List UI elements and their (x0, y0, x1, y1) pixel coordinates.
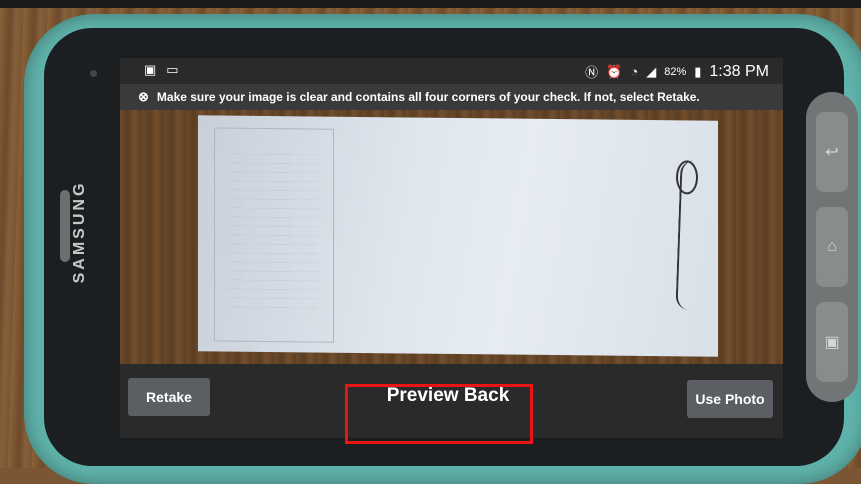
home-hardware-button[interactable]: ⌂ (816, 207, 848, 287)
sensor-dot (90, 70, 97, 77)
image-icon: ▭ (166, 62, 179, 77)
brand-label: SAMSUNG (71, 180, 88, 284)
retake-button[interactable]: Retake (128, 378, 210, 416)
phone-screen: ▣ ▭ Ⓝ ⏰ ◔ ◢ 82% ▮ 1:38 PM ⊗ Make sure yo… (120, 58, 783, 438)
use-photo-button[interactable]: Use Photo (687, 380, 773, 418)
status-bar: ▣ ▭ Ⓝ ⏰ ◔ ◢ 82% ▮ 1:38 PM (120, 58, 783, 84)
top-edge (0, 0, 861, 8)
notice-text: Make sure your image is clear and contai… (156, 90, 700, 104)
clock: 1:38 PM (709, 62, 769, 80)
camera-icon: ▣ (824, 334, 840, 351)
battery-percent: 82% (664, 65, 687, 78)
signature (675, 159, 711, 312)
hardware-buttons: ↩ ⌂ ▣ (806, 92, 858, 402)
menu-hardware-button[interactable]: ▣ (816, 302, 848, 382)
signal-icon: ◢ (646, 63, 657, 79)
back-icon: ↩ (825, 144, 839, 161)
close-icon[interactable]: ⊗ (138, 89, 149, 105)
back-hardware-button[interactable]: ↩ (816, 112, 848, 192)
speaker-grille (60, 190, 70, 262)
alarm-icon: ⏰ (606, 63, 623, 79)
check-image (198, 115, 718, 357)
notice-banner: ⊗ Make sure your image is clear and cont… (120, 84, 783, 110)
battery-icon: ▮ (694, 63, 702, 79)
endorsement-text-lines (228, 145, 318, 317)
save-icon: ▣ (144, 62, 157, 77)
camera-preview (120, 110, 783, 364)
highlight-box (345, 384, 533, 444)
nfc-icon: Ⓝ (585, 65, 599, 80)
home-icon: ⌂ (827, 238, 837, 255)
wifi-icon: ◔ (630, 64, 639, 79)
